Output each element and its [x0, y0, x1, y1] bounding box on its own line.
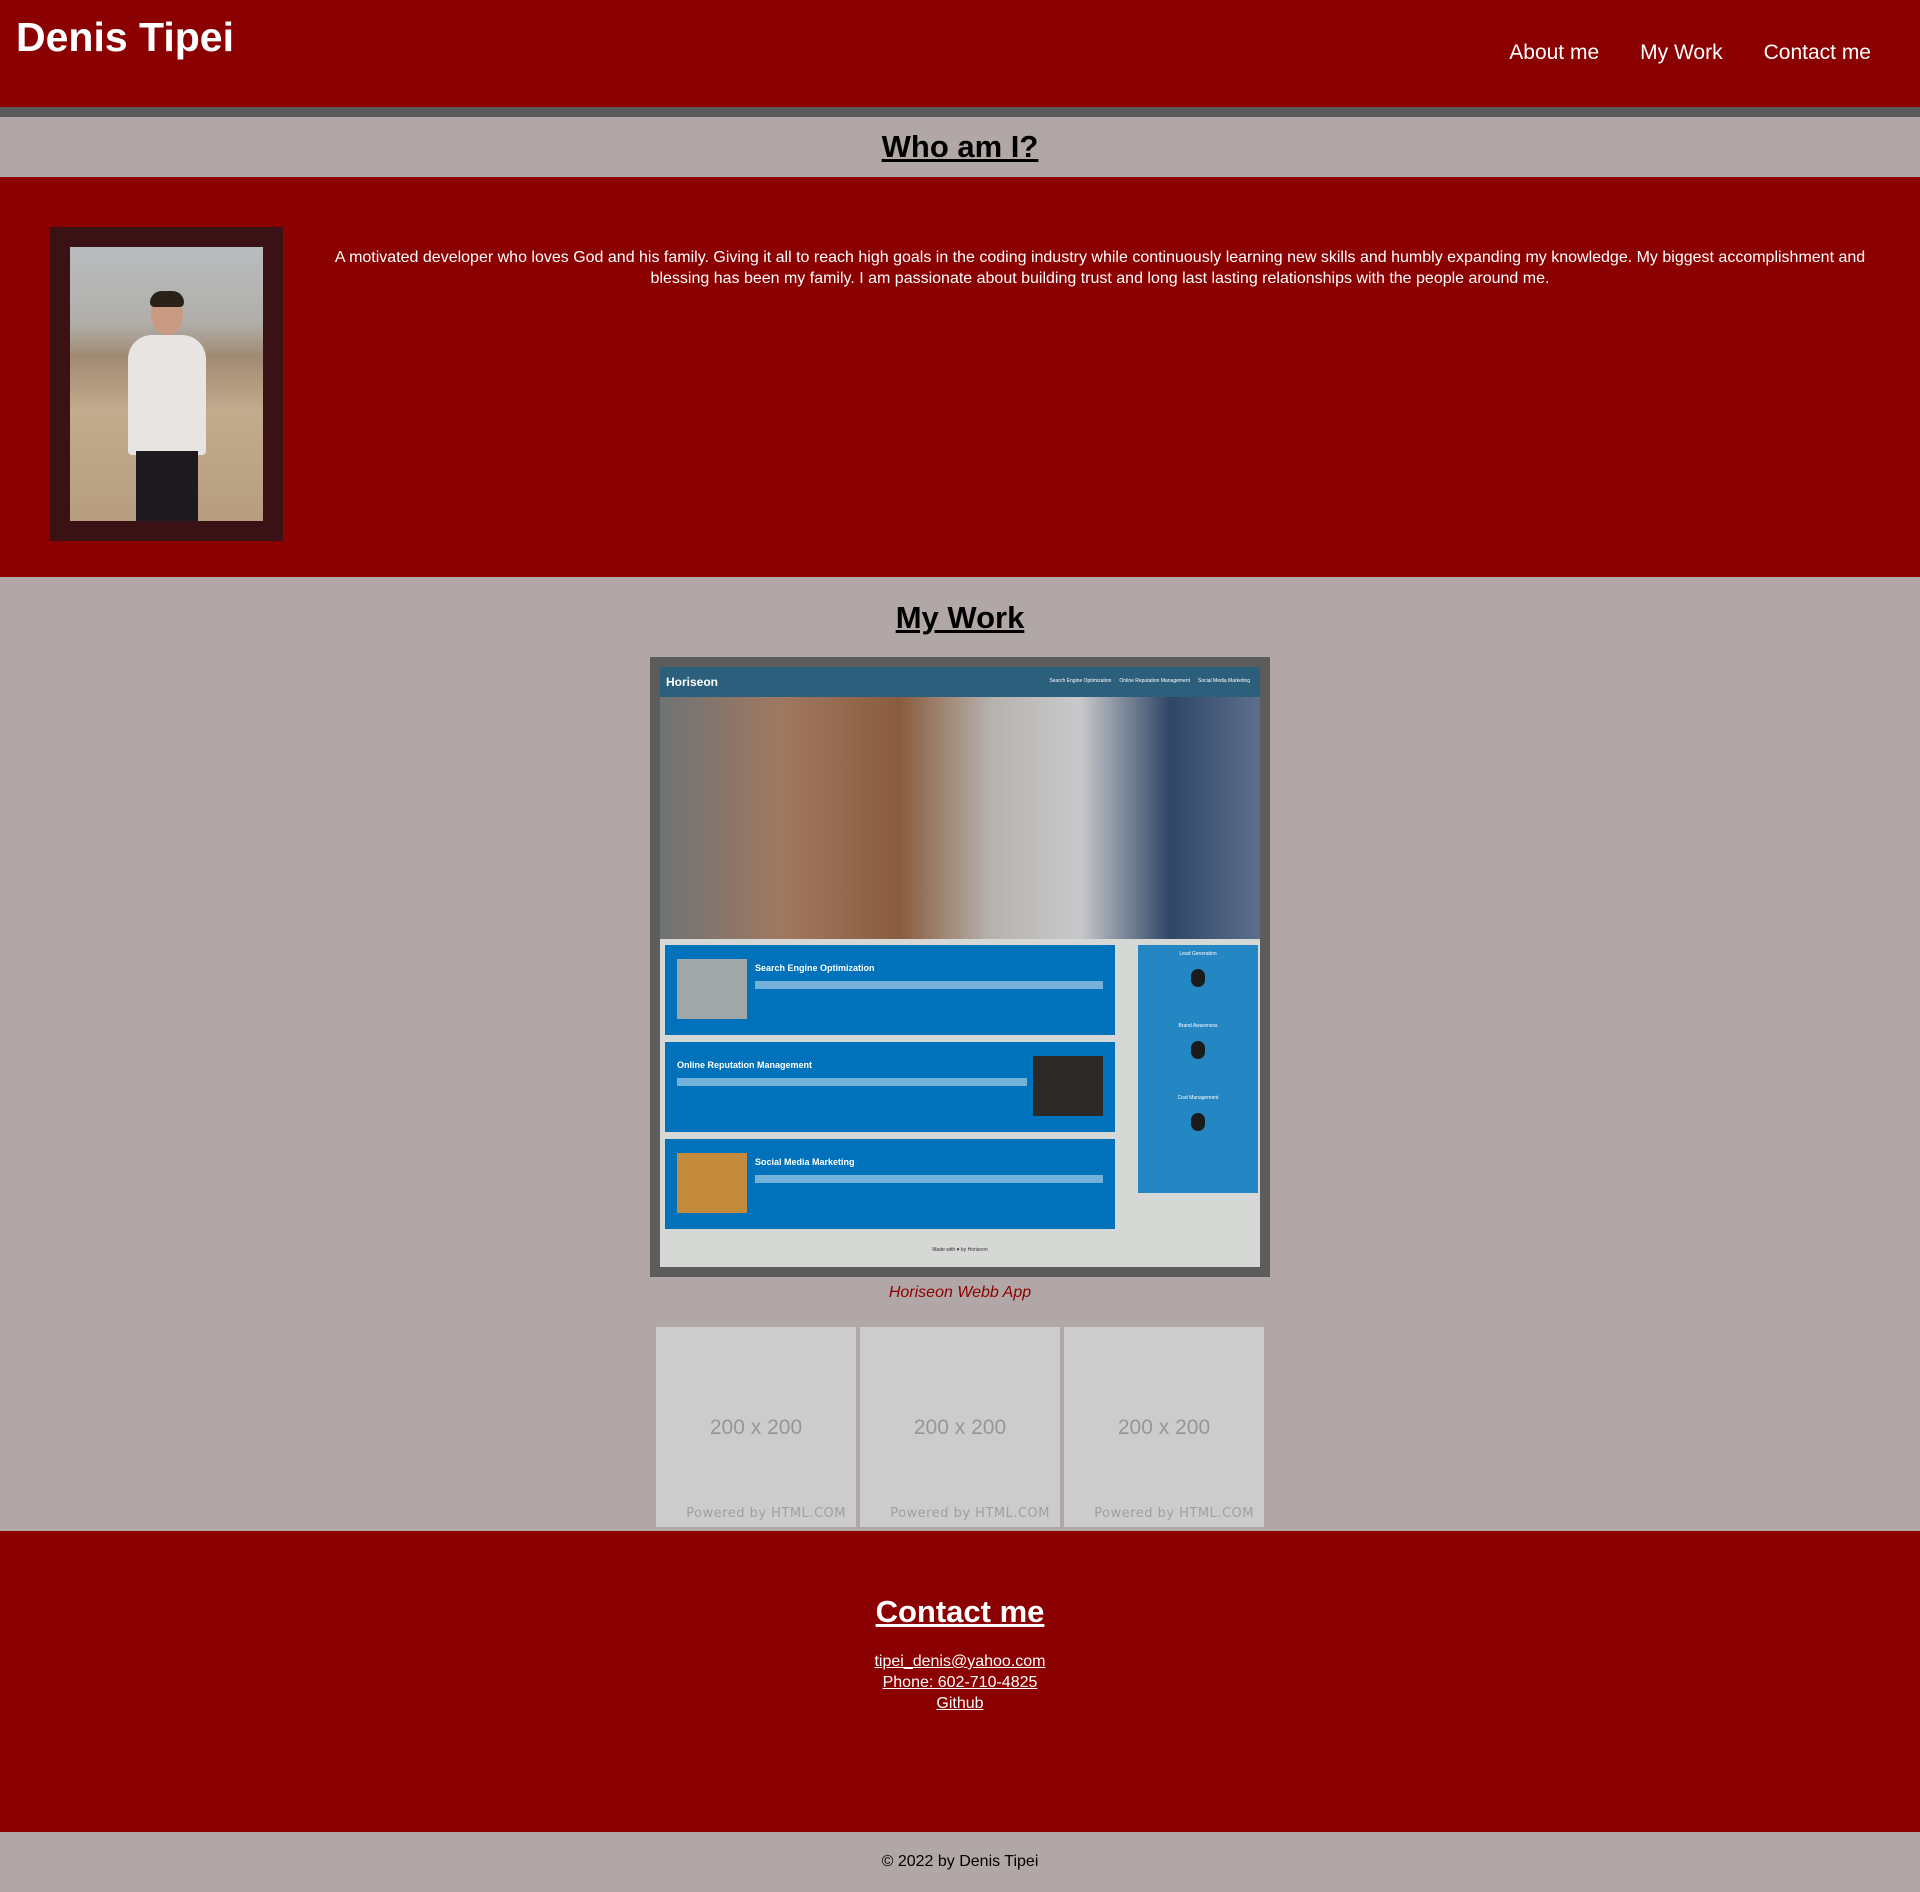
mock-nav-link: Online Reputation Management	[1119, 678, 1191, 684]
contact-section: Contact me tipei_denis@yahoo.com Phone: …	[0, 1531, 1920, 1832]
photo-pants	[136, 451, 198, 521]
mock-card-title: Search Engine Optimization	[755, 963, 875, 973]
piggy-bank-icon	[1191, 1113, 1205, 1131]
work-title: My Work	[895, 600, 1025, 635]
mock-card-text	[755, 981, 1103, 989]
featured-project-caption: Horiseon Webb App	[888, 1284, 1032, 1301]
project-thumbnails: 200 x 200 Powered by HTML.COM 200 x 200 …	[656, 1327, 1264, 1527]
about-title: Who am I?	[881, 129, 1039, 164]
portrait-frame	[50, 227, 283, 541]
work-heading: My Work	[0, 600, 1920, 636]
mock-hero-image	[660, 697, 1260, 939]
mock-logo: Horiseon	[666, 675, 719, 689]
nav-my-work[interactable]: My Work	[1640, 41, 1722, 65]
contact-email-link[interactable]: tipei_denis@yahoo.com	[0, 1651, 1920, 1672]
mock-aside-heading: Cost Management	[1177, 1095, 1219, 1101]
featured-project-screenshot[interactable]: Horiseon Search Engine Optimization Onli…	[660, 667, 1260, 1267]
project-placeholder[interactable]: 200 x 200 Powered by HTML.COM	[1064, 1327, 1264, 1527]
broadcast-icon	[1191, 1041, 1205, 1059]
footer-copyright: © 2022 by Denis Tipei	[881, 1853, 1039, 1870]
mock-nav-link: Search Engine Optimization	[1049, 678, 1112, 684]
mock-card-text	[755, 1175, 1103, 1183]
about-section: A motivated developer who loves God and …	[0, 177, 1920, 577]
about-bio: A motivated developer who loves God and …	[334, 249, 1866, 287]
contact-github-link[interactable]: Github	[0, 1693, 1920, 1714]
mock-card-title: Social Media Marketing	[755, 1157, 855, 1167]
mock-card-text	[677, 1078, 1027, 1086]
lightbulb-icon	[1191, 969, 1205, 987]
profile-photo	[70, 247, 263, 521]
placeholder-size: 200 x 200	[913, 1416, 1007, 1439]
main-nav: About me My Work Contact me	[1509, 41, 1871, 65]
mock-header: Horiseon Search Engine Optimization Onli…	[660, 667, 1260, 697]
mock-card-seo: Search Engine Optimization	[665, 945, 1115, 1035]
about-heading-band: Who am I?	[0, 117, 1920, 177]
mock-card-title: Online Reputation Management	[677, 1060, 813, 1070]
contact-links: tipei_denis@yahoo.com Phone: 602-710-482…	[0, 1651, 1920, 1714]
site-brand: Denis Tipei	[16, 14, 234, 60]
mock-aside-heading: Lead Generation	[1179, 951, 1217, 957]
project-placeholder[interactable]: 200 x 200 Powered by HTML.COM	[860, 1327, 1060, 1527]
placeholder-powered: Powered by HTML.COM	[686, 1506, 846, 1521]
mock-card-thumb	[677, 1153, 747, 1213]
featured-project-frame[interactable]: Horiseon Search Engine Optimization Onli…	[650, 657, 1270, 1277]
site-footer: © 2022 by Denis Tipei	[0, 1832, 1920, 1872]
mock-card-thumb	[677, 959, 747, 1019]
photo-shirt	[128, 335, 206, 455]
project-placeholder[interactable]: 200 x 200 Powered by HTML.COM	[656, 1327, 856, 1527]
site-header: Denis Tipei About me My Work Contact me	[0, 0, 1920, 117]
placeholder-size: 200 x 200	[709, 1416, 803, 1439]
mock-aside: Lead Generation Brand Awareness Cost Man…	[1138, 945, 1258, 1193]
contact-phone-link[interactable]: Phone: 602-710-4825	[0, 1672, 1920, 1693]
mock-card-reputation: Online Reputation Management	[665, 1042, 1115, 1132]
mock-footer: Made with ♥ by Horiseon	[932, 1247, 988, 1253]
mock-card-thumb	[1033, 1056, 1103, 1116]
placeholder-powered: Powered by HTML.COM	[890, 1506, 1050, 1521]
contact-title: Contact me	[875, 1594, 1045, 1629]
nav-about-me[interactable]: About me	[1509, 41, 1599, 65]
mock-aside-heading: Brand Awareness	[1178, 1023, 1218, 1029]
photo-hair	[150, 291, 184, 307]
placeholder-size: 200 x 200	[1117, 1416, 1211, 1439]
nav-contact-me[interactable]: Contact me	[1764, 41, 1871, 65]
mock-nav-link: Social Media Marketing	[1198, 678, 1250, 684]
placeholder-powered: Powered by HTML.COM	[1094, 1506, 1254, 1521]
mock-card-social: Social Media Marketing	[665, 1139, 1115, 1229]
mock-nav: Search Engine Optimization Online Reputa…	[1049, 678, 1250, 684]
